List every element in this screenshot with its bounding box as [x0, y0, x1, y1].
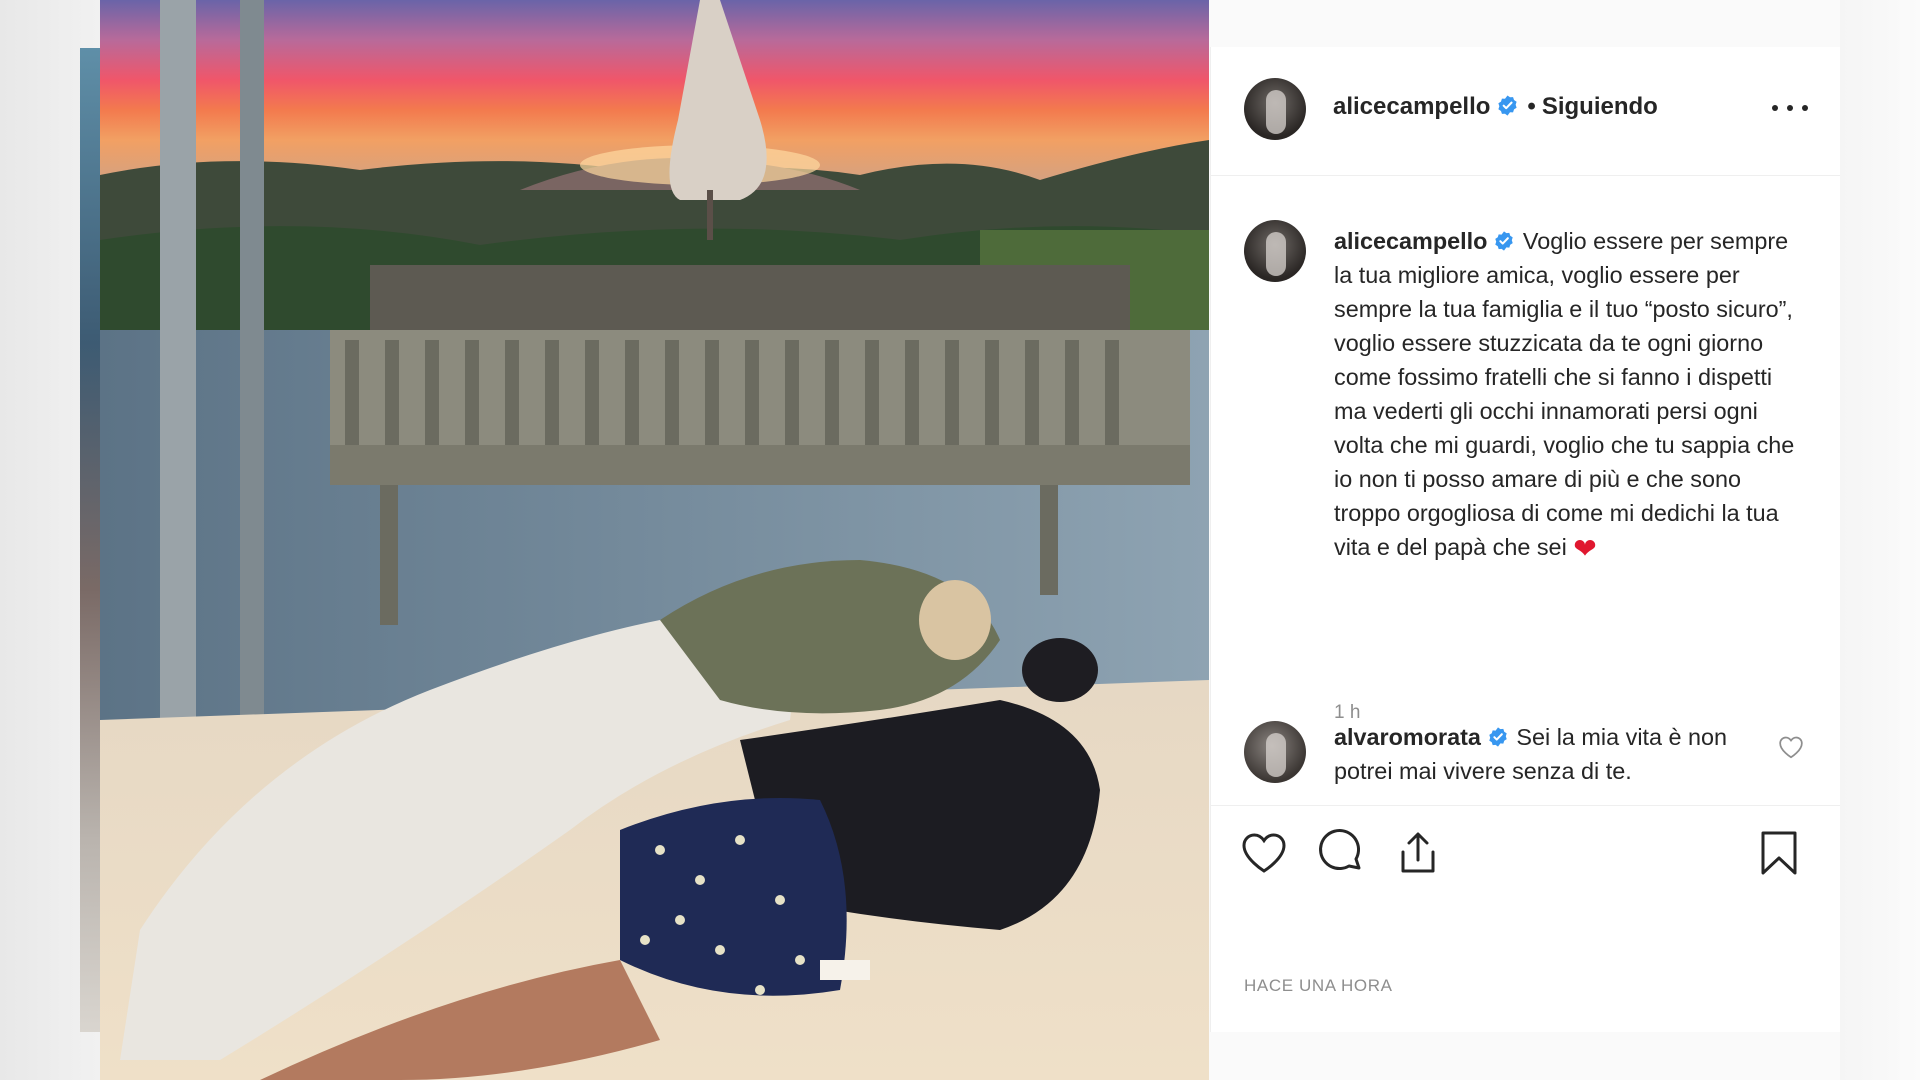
post-photo-image	[100, 0, 1209, 1080]
more-options-icon[interactable]	[1772, 93, 1808, 123]
commenter-avatar[interactable]	[1244, 721, 1306, 783]
backdrop-right	[1840, 0, 1920, 1080]
red-heart-emoji-icon: ❤	[1573, 533, 1597, 564]
author-username[interactable]: alicecampello	[1333, 93, 1490, 120]
post-side-panel: alicecampello • Siguiendo alicecampello Vo…	[1210, 47, 1840, 1032]
save-bookmark-icon[interactable]	[1754, 828, 1804, 878]
verified-badge-icon	[1496, 94, 1519, 117]
comments-section: alicecampello Voglio essere per sempre l…	[1211, 176, 1840, 804]
follow-separator: •	[1527, 93, 1536, 120]
share-upload-icon[interactable]	[1393, 828, 1443, 878]
caption-text-block: alicecampello Voglio essere per sempre l…	[1334, 224, 1796, 566]
caption-text: Voglio essere per sempre la tua migliore…	[1334, 228, 1795, 560]
following-button[interactable]: Siguiendo	[1542, 93, 1658, 120]
post-photo[interactable]	[100, 0, 1209, 1080]
previous-post-preview[interactable]	[80, 48, 102, 1032]
verified-badge-icon	[1493, 227, 1516, 251]
comment-text-block: alvaromorata Sei la mia vita è non potre…	[1334, 720, 1734, 788]
comment-like-heart-icon[interactable]	[1778, 735, 1804, 759]
verified-badge-icon	[1487, 723, 1510, 747]
like-heart-icon[interactable]	[1239, 828, 1289, 878]
author-line: alicecampello • Siguiendo	[1333, 93, 1658, 121]
author-avatar[interactable]	[1244, 78, 1306, 140]
post-header: alicecampello • Siguiendo	[1211, 47, 1840, 176]
caption-username[interactable]: alicecampello	[1334, 228, 1487, 254]
caption-author-avatar[interactable]	[1244, 220, 1306, 282]
commenter-username[interactable]: alvaromorata	[1334, 724, 1481, 750]
post-actions-bar	[1211, 805, 1840, 896]
comment-bubble-icon[interactable]	[1316, 828, 1366, 878]
post-timestamp[interactable]: HACE UNA HORA	[1244, 976, 1393, 996]
